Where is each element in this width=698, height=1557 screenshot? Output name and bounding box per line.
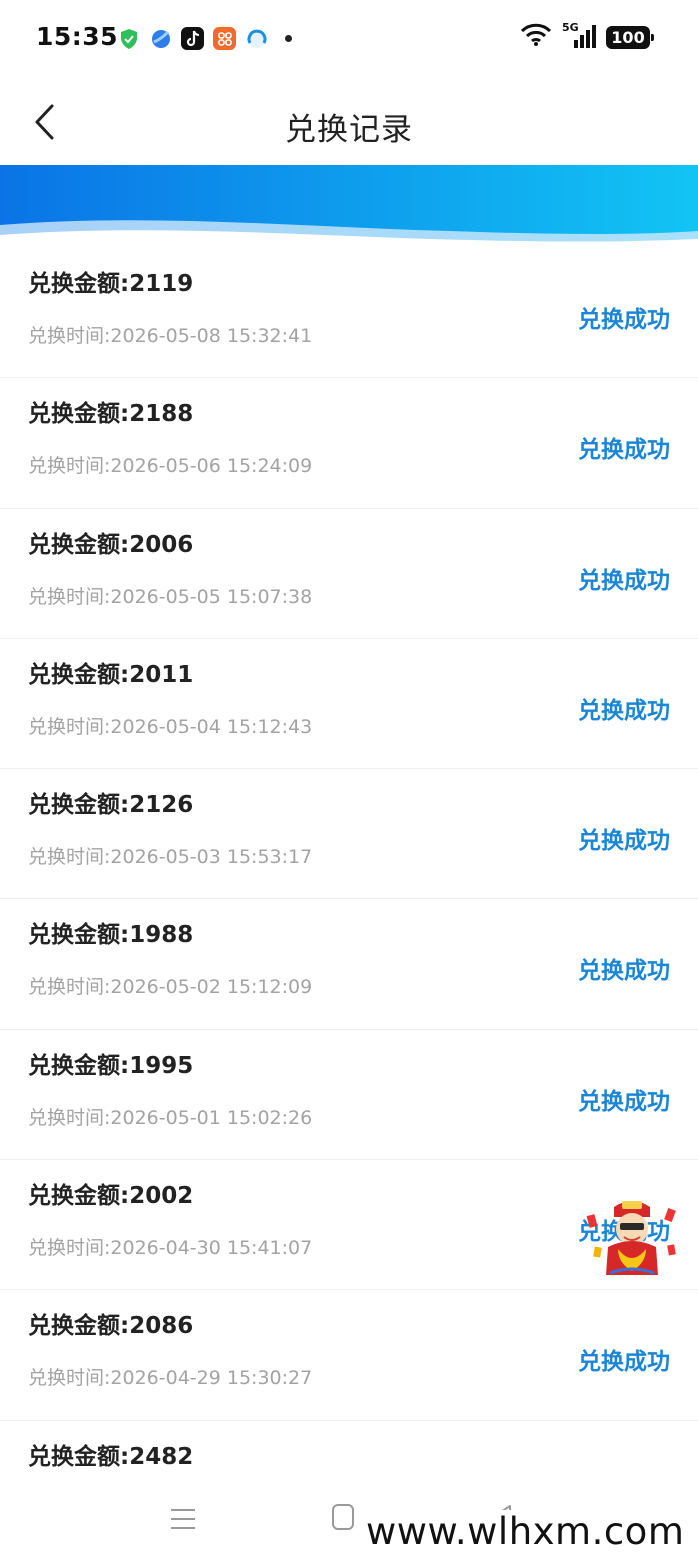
wifi-icon: [520, 23, 552, 51]
record-row: 兑换金额:2006 兑换时间:2026-05-05 15:07:38 兑换成功: [0, 509, 698, 639]
record-time: 兑换时间:2026-05-05 15:07:38: [28, 585, 313, 608]
cellular-signal-icon: 5G: [562, 21, 596, 50]
record-amount: 兑换金额:1988: [28, 922, 194, 949]
app-grid-icon: [213, 27, 236, 50]
security-shield-icon: [117, 27, 140, 50]
home-icon[interactable]: [330, 1502, 356, 1532]
record-time: 兑换时间:2026-05-03 15:53:17: [28, 846, 313, 869]
record-amount: 兑换金额:2119: [28, 271, 194, 297]
status-right: 5G 100: [520, 21, 654, 51]
record-status[interactable]: 兑换成功: [578, 561, 670, 595]
record-amount: 兑换金额:1995: [28, 1052, 194, 1079]
record-row: 兑换金额:1988 兑换时间:2026-05-02 15:12:09 兑换成功: [0, 899, 698, 1030]
record-list: 兑换金额:2119 兑换时间:2026-05-08 15:32:41 兑换成功 …: [0, 248, 698, 1551]
record-time: 兑换时间:2026-04-29 15:30:27: [28, 1367, 313, 1390]
record-amount: 兑换金额:2086: [28, 1313, 194, 1340]
floating-mascot-icon[interactable]: [584, 1195, 680, 1275]
header: 兑换记录: [0, 78, 698, 166]
record-status[interactable]: 兑换成功: [578, 300, 670, 334]
app-ring-icon: [245, 27, 268, 50]
status-time: 15:35: [36, 22, 119, 51]
record-time: 兑换时间:2026-04-30 15:41:07: [28, 1237, 313, 1260]
record-amount: 兑换金额:2126: [28, 792, 194, 819]
record-status[interactable]: 兑换成功: [578, 951, 670, 985]
record-row: 兑换金额:2119 兑换时间:2026-05-08 15:32:41 兑换成功: [0, 248, 698, 379]
record-status[interactable]: 兑换成功: [578, 1082, 670, 1116]
battery-icon: 100: [606, 25, 654, 49]
record-row: 兑换金额:2126 兑换时间:2026-05-03 15:53:17 兑换成功: [0, 769, 698, 900]
menu-icon[interactable]: [168, 1504, 198, 1534]
header-banner: [0, 165, 698, 250]
record-time: 兑换时间:2026-05-01 15:02:26: [28, 1106, 313, 1129]
record-row: 兑换金额:2188 兑换时间:2026-05-06 15:24:09 兑换成功: [0, 378, 698, 509]
record-amount: 兑换金额:2011: [28, 661, 194, 688]
record-time: 兑换时间:2026-05-04 15:12:43: [28, 715, 313, 738]
more-notifications-dot: [285, 35, 292, 42]
record-row: 兑换金额:1995 兑换时间:2026-05-01 15:02:26 兑换成功: [0, 1030, 698, 1161]
record-amount: 兑换金额:2006: [28, 531, 194, 558]
battery-level: 100: [611, 27, 645, 47]
record-amount: 兑换金额:2188: [28, 401, 194, 428]
app-sphere-icon: [149, 27, 172, 50]
record-amount: 兑换金额:2002: [28, 1183, 194, 1210]
record-time: 兑换时间:2026-05-08 15:32:41: [28, 325, 313, 347]
watermark: www.wlhxm.com: [362, 1510, 689, 1553]
record-status[interactable]: 兑换成功: [578, 821, 670, 855]
record-status[interactable]: 兑换成功: [578, 1342, 670, 1376]
record-amount: 兑换金额:2482: [28, 1443, 194, 1470]
record-time: 兑换时间:2026-05-02 15:12:09: [28, 976, 313, 999]
record-status[interactable]: 兑换成功: [578, 691, 670, 725]
status-bar: 15:35 5G 100: [0, 0, 698, 78]
tiktok-icon: [181, 27, 204, 50]
record-time: 兑换时间:2026-05-06 15:24:09: [28, 455, 313, 478]
notification-icons: [117, 27, 292, 50]
page-title: 兑换记录: [285, 112, 413, 148]
record-row: 兑换金额:2086 兑换时间:2026-04-29 15:30:27 兑换成功: [0, 1290, 698, 1421]
record-row: 兑换金额:2011 兑换时间:2026-05-04 15:12:43 兑换成功: [0, 639, 698, 770]
record-status[interactable]: 兑换成功: [578, 430, 670, 464]
